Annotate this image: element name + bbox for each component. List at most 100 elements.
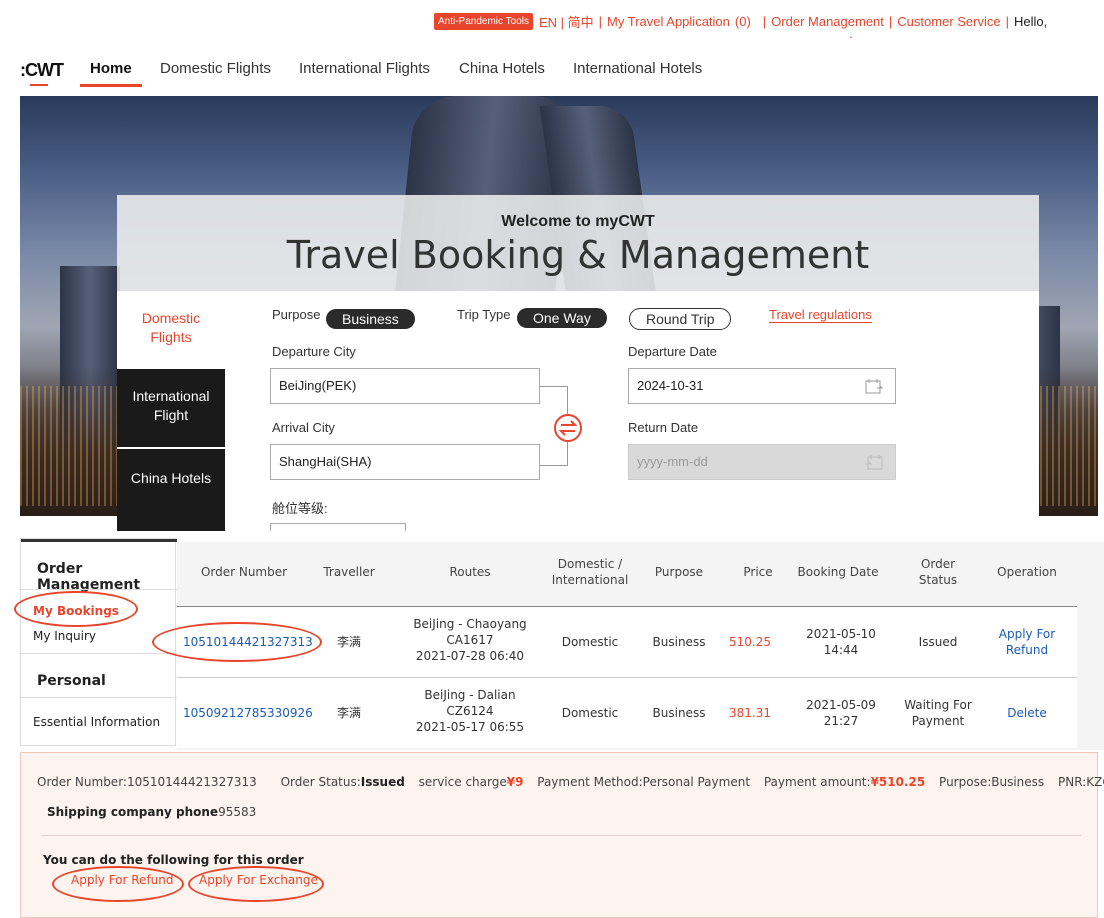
route-line: CA1617 [446,633,494,647]
status-line: Payment [911,714,965,728]
payment-method-label: Payment Method: [537,775,643,789]
column-header-order-status: Order Status [897,556,979,588]
language-switch[interactable]: EN | 简中 [539,12,594,31]
calendar-icon[interactable] [865,378,883,394]
order-status-cell: Waiting For Payment [897,697,979,729]
swap-cities-icon[interactable] [553,413,583,443]
main-navigation: :CWT Home Domestic Flights International… [0,38,1104,96]
booking-date-cell: 2021-05-10 14:44 [801,626,881,658]
divider [41,835,1081,836]
route-cell: BeiJing - Chaoyang CA1617 2021-07-28 06:… [405,616,535,664]
route-line: BeiJing - Dalian [424,688,516,702]
column-header-order-number: Order Number [200,565,288,579]
sidebar-top-border [21,539,177,542]
order-actions-heading: You can do the following for this order [43,853,304,867]
order-sidebar: Order Management My Bookings My Inquiry … [20,538,177,746]
arrival-city-input[interactable]: ShangHai(SHA) [270,444,540,480]
domestic-cell: Domestic [561,706,619,720]
departure-date-value: 2024-10-31 [637,378,704,393]
sidebar-item-my-bookings[interactable]: My Bookings [33,604,119,618]
column-header-operation: Operation [997,565,1057,579]
payment-method-value: Personal Payment [642,775,751,789]
departure-date-label: Departure Date [628,344,717,359]
top-utility-links: Anti-Pandemic Tools EN | 简中 | My Travel … [434,12,1047,31]
cabin-class-label: 舱位等级: [272,501,328,516]
payment-amount-label: Payment amount: [763,775,871,789]
return-date-placeholder: yyyy-mm-dd [637,454,708,469]
order-summary-line: Order Number:10510144421327313 Order Sta… [37,775,1104,789]
purpose-value: Business [991,775,1045,789]
nav-home[interactable]: Home [90,60,132,77]
shipping-phone-line: Shipping company phone95583 [47,805,256,819]
purpose-label: Purpose: [939,775,992,789]
logo-accent [30,84,48,86]
status-line: Issued [918,635,958,649]
delete-order-link[interactable]: Delete [977,705,1077,721]
service-charge-label: service charge [418,775,507,789]
sidebar-item-my-inquiry[interactable]: My Inquiry [33,629,96,643]
order-number-link[interactable]: 10510144421327313 [183,634,313,650]
date-line: 2021-05-09 [806,698,876,712]
order-management-link[interactable]: Order Management [771,14,884,29]
sidebar-item-essential-information[interactable]: Essential Information [33,715,160,729]
status-line: Waiting For [904,698,972,712]
payment-amount-value: ¥510.25 [870,775,926,789]
header-line: Status [918,573,958,587]
return-date-input[interactable]: yyyy-mm-dd [628,444,896,480]
apply-for-refund-button[interactable]: Apply For Refund [71,873,174,887]
route-line: BeiJing - Chaoyang [413,617,527,631]
departure-city-label: Departure City [272,344,356,359]
apply-for-refund-link[interactable]: Apply For Refund [977,626,1077,658]
order-status-cell: Issued [897,634,979,650]
flight-booking-panel: Domestic Flights International Flight Ch… [117,291,1039,531]
column-header-traveller: Traveller [323,565,375,579]
travel-regulations-link[interactable]: Travel regulations [769,307,872,323]
apply-for-exchange-button[interactable]: Apply For Exchange [199,873,318,887]
traveller-cell: 李满 [336,706,361,720]
nav-china-hotels[interactable]: China Hotels [459,60,545,77]
column-header-domestic-international: Domestic / International [545,556,635,588]
bookings-table: Order Number Traveller Routes Domestic /… [177,542,1104,750]
separator: | [888,14,893,29]
trip-round-trip-pill[interactable]: Round Trip [629,308,732,330]
column-header-purpose: Purpose [654,565,704,579]
purpose-label: Purpose [272,307,321,322]
return-date-label: Return Date [628,420,699,435]
order-management-section: Order Management My Bookings My Inquiry … [20,532,1104,750]
departure-date-input[interactable]: 2024-10-31 [628,368,896,404]
order-number-value: 10510144421327313 [126,775,257,789]
welcome-banner: Welcome to myCWT Travel Booking & Manage… [117,195,1039,291]
anti-pandemic-tools-button[interactable]: Anti-Pandemic Tools [434,13,533,30]
divider [21,653,177,654]
sidebar-heading-personal: Personal [37,673,106,689]
route-line: 2021-07-28 06:40 [415,649,525,663]
cabin-class-select[interactable] [270,523,406,531]
pnr-label: PNR: [1058,775,1087,789]
nav-international-flights[interactable]: International Flights [299,60,430,77]
shipping-phone-value: 95583 [218,805,257,819]
price-cell: 381.31 [729,706,771,720]
departure-city-input[interactable]: BeiJing(PEK) [270,368,540,404]
purpose-business-pill[interactable]: Business [326,309,415,329]
nav-domestic-flights[interactable]: Domestic Flights [160,60,271,77]
divider [21,697,177,698]
active-nav-indicator [80,84,142,87]
header-line: International [551,573,629,587]
tab-international-flight[interactable]: International Flight [117,369,225,447]
date-line: 14:44 [823,643,859,657]
order-number-link[interactable]: 10509212785330926 [183,705,313,721]
tab-china-hotels[interactable]: China Hotels [117,449,225,531]
calendar-icon[interactable] [865,454,883,470]
my-travel-application-link[interactable]: My Travel Application [607,14,730,29]
separator: | [598,14,603,29]
operation-line: Apply For [998,627,1056,641]
date-line: 2021-05-10 [806,627,876,641]
column-header-price: Price [743,565,773,579]
tab-domestic-flights[interactable]: Domestic Flights [117,309,225,353]
cwt-logo[interactable]: :CWT [20,60,64,81]
booking-date-cell: 2021-05-09 21:27 [801,697,881,729]
trip-one-way-pill[interactable]: One Way [517,308,607,328]
divider [21,589,177,590]
nav-international-hotels[interactable]: International Hotels [573,60,702,77]
customer-service-link[interactable]: Customer Service [897,14,1000,29]
